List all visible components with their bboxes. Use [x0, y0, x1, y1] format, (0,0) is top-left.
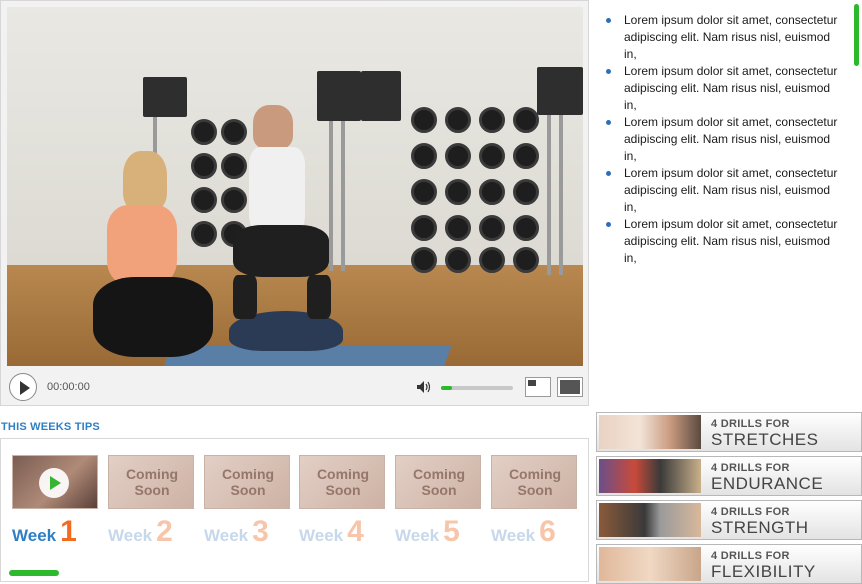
week-thumbnail[interactable]: Coming Soon	[491, 455, 577, 509]
week-thumbnail[interactable]: Coming Soon	[299, 455, 385, 509]
drill-image	[599, 503, 701, 537]
drill-image	[599, 459, 701, 493]
week-thumbnail[interactable]: Coming Soon	[204, 455, 290, 509]
time-display: 00:00:00	[47, 381, 90, 393]
fullscreen-button[interactable]	[557, 377, 583, 397]
carousel-scrollbar[interactable]	[9, 570, 59, 576]
bullet-icon	[606, 222, 611, 227]
drill-image	[599, 547, 701, 581]
drill-card-flexibility[interactable]: 4 DRILLS FOR FLEXIBILITY	[596, 544, 862, 584]
small-screen-button[interactable]	[525, 377, 551, 397]
list-item: Lorem ipsum dolor sit amet, consectetur …	[598, 12, 846, 63]
list-item: Lorem ipsum dolor sit amet, consectetur …	[598, 114, 846, 165]
list-item: Lorem ipsum dolor sit amet, consectetur …	[598, 216, 846, 267]
play-icon[interactable]	[39, 468, 69, 498]
bullet-icon	[606, 120, 611, 125]
week-thumbnail[interactable]	[12, 455, 98, 509]
drill-image	[599, 415, 701, 449]
play-button[interactable]	[9, 373, 37, 401]
list-item: Lorem ipsum dolor sit amet, consectetur …	[598, 63, 846, 114]
volume-slider[interactable]	[441, 386, 513, 390]
list-item: Lorem ipsum dolor sit amet, consectetur …	[598, 165, 846, 216]
video-player: 00:00:00	[0, 0, 589, 406]
week-thumbnail[interactable]: Coming Soon	[108, 455, 194, 509]
app-root: 00:00:00 Lorem ipsum dolor sit amet, con…	[0, 0, 862, 584]
tips-list: Lorem ipsum dolor sit amet, consectetur …	[598, 0, 862, 400]
volume-level	[441, 386, 452, 390]
drill-card-endurance[interactable]: 4 DRILLS FOR ENDURANCE	[596, 456, 862, 496]
video-frame[interactable]	[7, 7, 583, 366]
volume-icon[interactable]	[417, 381, 431, 393]
list-scrollbar[interactable]	[854, 4, 859, 66]
drill-card-stretches[interactable]: 4 DRILLS FOR STRETCHES	[596, 412, 862, 452]
weeks-carousel: Week 1 Coming Soon Week 2 Coming Soon Week 3 …	[0, 438, 589, 582]
bullet-icon	[606, 18, 611, 23]
bullet-icon	[606, 171, 611, 176]
bullet-icon	[606, 69, 611, 74]
week-thumbnail[interactable]: Coming Soon	[395, 455, 481, 509]
player-controls: 00:00:00	[7, 369, 583, 405]
tips-title: THIS WEEKS TIPS	[1, 421, 100, 433]
drill-card-strength[interactable]: 4 DRILLS FOR STRENGTH	[596, 500, 862, 540]
